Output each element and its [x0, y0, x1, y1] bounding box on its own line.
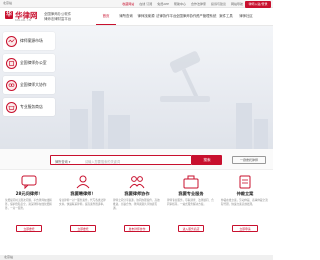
service-card-lawyer-collab: 我要律师协作 律师之间分享案源，协同办理案件，高效推进，共赢合作，律师资源共享快… [112, 173, 162, 245]
logo-domain: 66LAW.CN [15, 18, 32, 22]
site-slogan: 全国律师办公软件 律师法律财富平台 [44, 12, 71, 21]
service-button[interactable]: 立即申请 [232, 225, 258, 232]
service-title: 仲裁立案 [236, 191, 254, 196]
lawyer-login-button[interactable]: 律师入驻/登录 [245, 0, 271, 8]
office-icon [6, 57, 17, 69]
service-card-professional: 我要专业服务 律师专业服务，尽职调查、法律顾问、合同审核等，一站式服务解决方案。… [166, 173, 216, 245]
gavel-illustration [160, 51, 210, 102]
top-link-sitemap[interactable]: 网站导航 [231, 2, 243, 6]
entrust-lawyer-button[interactable]: 一键委托律师 [232, 156, 266, 164]
handshake-icon [6, 35, 17, 47]
service-title: 我要律师协作 [124, 191, 150, 196]
bottom-bar: 北京站 [0, 255, 273, 260]
nav-item-firm-query[interactable]: 律所查询 [116, 8, 136, 26]
nav-item-asset-system[interactable]: 资产管理系统 [196, 8, 216, 26]
search-section: 律所查询 ▾ 请输入您要搜索的关键词 搜索 一键委托律师 [0, 149, 273, 170]
service-button[interactable]: 进入服务商店 [178, 225, 204, 232]
building-shape [92, 91, 104, 149]
nav-item-home[interactable]: 首页 [96, 8, 116, 25]
main-nav: 首页 律所查询 律师找案源 法律协作平台 全国律师协作 资产管理系统 案件工具 … [96, 8, 256, 26]
slogan-line-2: 律师法律财富平台 [44, 16, 72, 21]
building-shape [254, 119, 268, 149]
service-title: 我要专业服务 [178, 191, 204, 196]
hero-card-collaboration[interactable]: 全国律师大协作 [3, 76, 55, 94]
footer-location[interactable]: 北京站 [4, 255, 13, 259]
chat-icon [21, 175, 37, 189]
slogan-line-1: 全国律师办公软件 [44, 12, 72, 16]
hero-card-label: 专业服务商店 [20, 104, 43, 109]
nav-item-community[interactable]: 律师社区 [236, 8, 256, 26]
service-description: 律师专业服务，尽职调查、法律顾问、合同审核等，一站式服务解决方案。 [167, 199, 214, 206]
nav-item-case-tools[interactable]: 案件工具 [216, 8, 236, 26]
document-icon [239, 175, 251, 189]
hero-banner: 律师案源市场 全国律师办公室 全国律师大协作 专业服务商店 [0, 26, 273, 149]
team-icon [129, 176, 145, 189]
site-logo[interactable]: 华 华律网 66LAW.CN [5, 11, 41, 23]
service-button[interactable]: 立即委托 [16, 225, 42, 232]
top-link-subscribe[interactable]: 在线 订阅 [139, 2, 152, 6]
search-box[interactable]: 律所查询 ▾ 请输入您要搜索的关键词 [50, 155, 192, 165]
building-shape [236, 103, 252, 149]
nav-item-find-cases[interactable]: 律师找案源 [136, 8, 156, 26]
store-icon [6, 101, 17, 113]
person-icon [76, 175, 90, 189]
search-category-select[interactable]: 律所查询 ▾ [55, 159, 70, 164]
search-input[interactable]: 请输入您要搜索的关键词 [85, 159, 120, 164]
service-title: 28元问律师！ [15, 191, 43, 196]
top-link-partner[interactable]: 合作法律家 [191, 2, 206, 6]
service-card-arbitration: 仲裁立案 仲裁在线立案，劳动仲裁、商事仲裁全流程代理，快速立案高效处理。 立即申… [220, 173, 270, 245]
top-link-feedback[interactable]: 投诉与建议 [211, 2, 226, 6]
hero-card-store[interactable]: 专业服务商店 [3, 98, 55, 116]
service-button[interactable]: 发布律师协作 [124, 225, 150, 232]
hero-card-label: 全国律师大协作 [20, 82, 47, 87]
top-link-help[interactable]: 帮助中心 [174, 2, 186, 6]
building-shape [70, 109, 88, 149]
hero-card-label: 律师案源市场 [20, 38, 43, 43]
services-row: 28元问律师！ 免费提问时无限次问题，平台律师在线解答，保护隐私安全，资深律师在… [0, 170, 273, 255]
service-description: 律师之间分享案源，协同办理案件，高效推进，共赢合作，律师资源共享快捷互通。 [113, 199, 160, 210]
location-label[interactable]: 北京站 [3, 1, 12, 5]
building-shape [108, 115, 130, 149]
hero-card-case-market[interactable]: 律师案源市场 [3, 32, 55, 50]
service-card-hire-lawyer: 我要聘律师！ 专业律师一对一服务案件，代写各类法律文书，快速联系律师，提高案件胜… [58, 173, 108, 245]
hero-service-menu: 律师案源市场 全国律师办公室 全国律师大协作 专业服务商店 [0, 32, 58, 148]
nav-item-nationwide-collab[interactable]: 全国律师协作 [176, 8, 196, 26]
service-description: 免费提问时无限次问题，平台律师在线解答，保护隐私安全，资深律师在线免费解答，一对… [5, 199, 52, 210]
briefcase-icon [183, 175, 199, 189]
service-button[interactable]: 立即委托 [70, 225, 96, 232]
logo-mark: 华 [5, 11, 13, 19]
top-link-favorite[interactable]: 收藏网站 [122, 2, 134, 6]
top-utility-bar: 北京站 收藏网站 在线 订阅 免费APP 帮助中心 合作法律家 投诉与建议 网站… [0, 0, 273, 8]
search-button[interactable]: 搜索 [192, 155, 222, 165]
service-description: 仲裁在线立案，劳动仲裁、商事仲裁全流程代理，快速立案高效处理。 [221, 199, 268, 206]
hero-card-label: 全国律师办公室 [20, 60, 47, 65]
service-title: 我要聘律师！ [70, 191, 96, 196]
top-link-app[interactable]: 免费APP [157, 2, 169, 6]
collaboration-icon [6, 79, 17, 91]
service-card-ask-lawyer: 28元问律师！ 免费提问时无限次问题，平台律师在线解答，保护隐私安全，资深律师在… [4, 173, 54, 245]
service-description: 专业律师一对一服务案件，代写各类法律文书，快速联系律师，提高案件胜诉率。 [59, 199, 106, 206]
nav-item-collab-platform[interactable]: 法律协作平台 [156, 8, 176, 26]
hero-card-office[interactable]: 全国律师办公室 [3, 54, 55, 72]
top-links: 收藏网站 在线 订阅 免费APP 帮助中心 合作法律家 投诉与建议 网站导航 [122, 2, 243, 6]
